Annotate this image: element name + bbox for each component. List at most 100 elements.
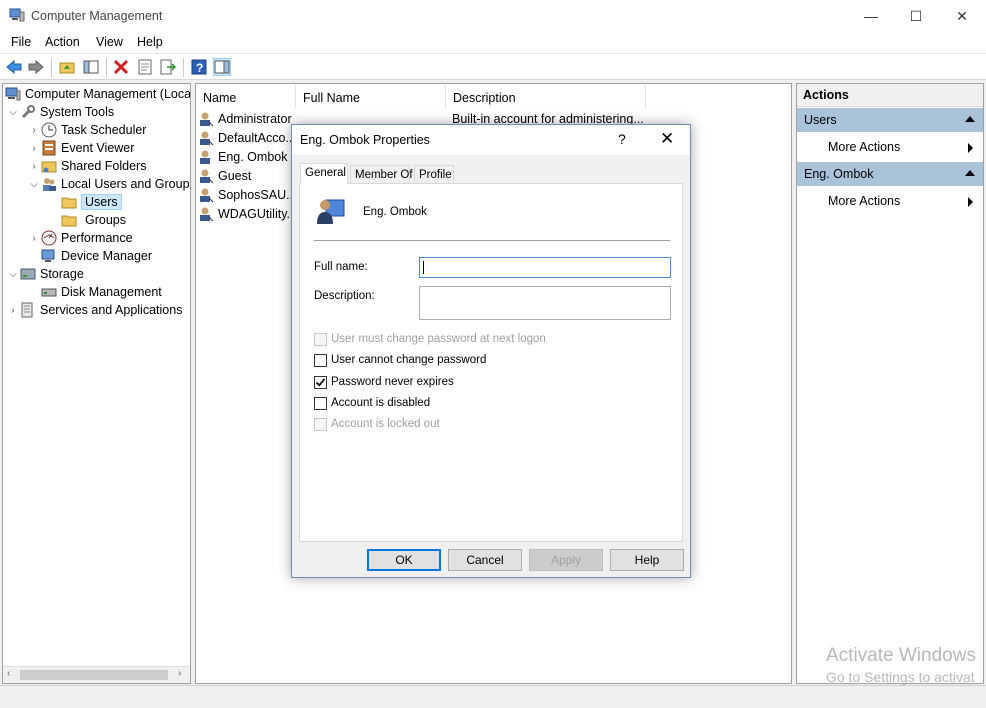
tab-member-of[interactable]: Member Of — [350, 165, 413, 183]
collapse-up-icon[interactable] — [965, 170, 975, 176]
dialog-title-bar: Eng. Ombok Properties ? ✕ — [292, 125, 690, 155]
table-row[interactable]: DefaultAcco... — [198, 128, 296, 147]
activation-watermark: Activate Windows Go to Settings to activ… — [826, 645, 976, 685]
tree-services-applications[interactable]: › Services and Applications — [6, 301, 182, 319]
full-name-label: Full name: — [314, 261, 368, 273]
clock-icon — [41, 122, 57, 138]
actions-section-users[interactable]: Users — [797, 108, 983, 132]
actions-section-user[interactable]: Eng. Ombok — [797, 162, 983, 186]
collapse-up-icon[interactable] — [965, 116, 975, 122]
collapse-icon[interactable]: ⌵ — [27, 179, 41, 190]
toolbar-separator — [51, 58, 52, 77]
checkbox-box[interactable] — [314, 375, 327, 389]
show-hide-console-tree-icon[interactable] — [82, 58, 100, 76]
dialog-help-button[interactable]: ? — [618, 131, 626, 147]
checkbox-cannot-change-password[interactable]: User cannot change password — [314, 352, 486, 368]
tree-storage[interactable]: ⌵ Storage — [6, 265, 84, 283]
close-window-button[interactable]: ✕ — [939, 0, 985, 32]
device-manager-icon — [41, 249, 55, 262]
show-hide-action-pane-icon[interactable] — [213, 58, 231, 76]
apply-button[interactable]: Apply — [529, 549, 603, 571]
divider — [314, 240, 670, 241]
ok-button[interactable]: OK — [367, 549, 441, 571]
svg-text:?: ? — [196, 61, 203, 75]
checkbox-box[interactable] — [314, 417, 327, 431]
export-list-icon[interactable] — [159, 58, 177, 76]
table-row[interactable]: SophosSAU... — [198, 185, 297, 204]
expand-icon[interactable]: › — [27, 233, 41, 244]
collapse-icon[interactable]: ⌵ — [6, 107, 20, 118]
tree-system-tools[interactable]: ⌵ System Tools — [6, 103, 114, 121]
minimize-button[interactable]: — — [848, 0, 894, 32]
menu-action[interactable]: Action — [45, 34, 80, 50]
checkbox-must-change-password[interactable]: User must change password at next logon — [314, 331, 546, 347]
tree-horizontal-scrollbar[interactable]: ‹ › — [3, 666, 190, 683]
performance-icon — [41, 230, 57, 246]
user-icon — [200, 131, 214, 145]
folder-icon — [61, 197, 77, 209]
tree-disk-management[interactable]: Disk Management — [41, 283, 162, 301]
tree-users[interactable]: Users — [61, 193, 122, 211]
column-header-full-name[interactable]: Full Name — [296, 84, 446, 108]
tree-event-viewer[interactable]: › Event Viewer — [27, 139, 134, 157]
tree-shared-folders[interactable]: › Shared Folders — [27, 157, 146, 175]
menu-help[interactable]: Help — [137, 34, 163, 50]
properties-icon[interactable] — [136, 58, 154, 76]
tree-device-manager[interactable]: Device Manager — [41, 247, 152, 265]
tree-performance[interactable]: › Performance — [27, 229, 133, 247]
toolbar-separator — [183, 58, 184, 77]
toolbar: ? — [0, 53, 986, 80]
user-icon — [200, 169, 214, 183]
checkbox-box[interactable] — [314, 353, 327, 367]
checkbox-password-never-expires[interactable]: Password never expires — [314, 374, 454, 390]
checkmark-icon — [315, 375, 326, 387]
expand-icon[interactable]: › — [27, 125, 41, 136]
table-row[interactable]: Eng. Ombok — [198, 147, 288, 166]
up-folder-icon[interactable] — [58, 58, 76, 76]
maximize-button[interactable]: ☐ — [893, 0, 939, 32]
tree-local-users-groups[interactable]: ⌵ Local Users and Groups — [27, 175, 190, 193]
expand-icon[interactable]: › — [6, 305, 20, 316]
folder-icon — [61, 215, 77, 227]
more-actions-user[interactable]: More Actions — [797, 186, 983, 215]
full-name-field[interactable] — [419, 257, 671, 278]
submenu-arrow-icon — [968, 197, 973, 207]
scroll-right-icon[interactable]: › — [178, 668, 181, 679]
dialog-close-button[interactable]: ✕ — [660, 129, 674, 149]
more-actions-users[interactable]: More Actions — [797, 132, 983, 161]
expand-icon[interactable]: › — [27, 143, 41, 154]
delete-icon[interactable] — [112, 58, 130, 76]
tab-profile[interactable]: Profile — [414, 165, 454, 183]
table-row[interactable]: WDAGUtility... — [198, 204, 297, 223]
expand-icon[interactable]: › — [27, 161, 41, 172]
forward-icon[interactable] — [27, 58, 45, 76]
column-header-description[interactable]: Description — [446, 84, 646, 108]
tree-root[interactable]: Computer Management (Local — [5, 85, 190, 103]
tree-task-scheduler[interactable]: › Task Scheduler — [27, 121, 146, 139]
column-header-name[interactable]: Name — [196, 84, 296, 108]
tools-icon — [21, 105, 35, 119]
help-button[interactable]: Help — [610, 549, 684, 571]
menu-view[interactable]: View — [96, 34, 123, 50]
tab-general[interactable]: General — [300, 163, 348, 184]
back-icon[interactable] — [5, 58, 23, 76]
user-icon — [200, 207, 214, 221]
description-field[interactable] — [419, 286, 671, 320]
scrollbar-thumb[interactable] — [20, 670, 168, 680]
title-bar: Computer Management — ☐ ✕ — [0, 0, 986, 32]
storage-icon — [20, 268, 36, 280]
window-title: Computer Management — [31, 9, 163, 23]
collapse-icon[interactable]: ⌵ — [6, 269, 20, 280]
help-icon[interactable]: ? — [190, 58, 208, 76]
checkbox-box[interactable] — [314, 396, 327, 410]
checkbox-box[interactable] — [314, 332, 327, 346]
checkbox-account-disabled[interactable]: Account is disabled — [314, 395, 430, 411]
checkbox-account-locked-out[interactable]: Account is locked out — [314, 416, 440, 432]
scroll-left-icon[interactable]: ‹ — [7, 668, 10, 679]
cancel-button[interactable]: Cancel — [448, 549, 522, 571]
tree-groups[interactable]: Groups — [61, 211, 126, 229]
user-icon — [200, 150, 210, 164]
menu-file[interactable]: File — [11, 34, 31, 50]
table-row[interactable]: Guest — [198, 166, 251, 185]
table-row[interactable]: Administrator — [198, 109, 292, 128]
